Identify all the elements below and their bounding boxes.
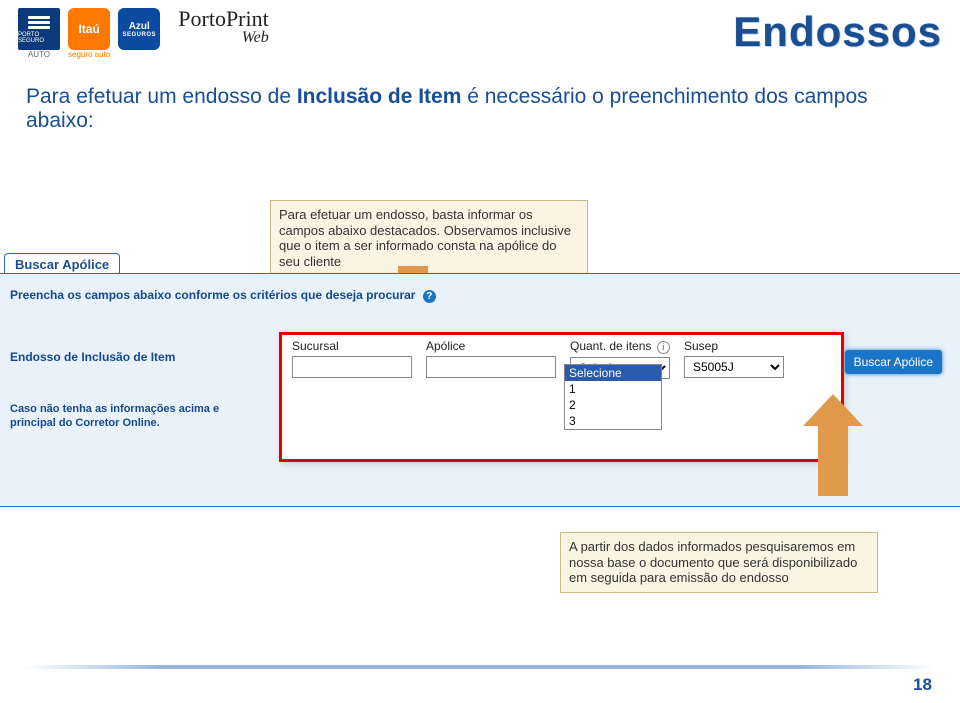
callout-bottom: A partir dos dados informados pesquisare… — [560, 532, 878, 593]
portoprint-web: Web — [242, 30, 269, 46]
portoprint-text: PortoPrint — [178, 8, 268, 30]
azul-logo: Azul SEGUROS — [118, 8, 160, 50]
itau-text: Itaú — [68, 8, 110, 50]
azul-sub: SEGUROS — [123, 32, 157, 38]
quant-label-text: Quant. de itens — [570, 339, 651, 353]
susep-label: Susep — [684, 339, 784, 353]
porto-seguro-text: PORTO SEGURO — [18, 32, 60, 44]
dropdown-opt-selecione[interactable]: Selecione — [565, 365, 661, 381]
header: PORTO SEGURO AUTO Itaú seguro auto Azul … — [0, 0, 960, 65]
panel-hint-2: principal do Corretor Online. — [10, 416, 219, 430]
page-number: 18 — [913, 675, 932, 695]
portoprint-logo: PortoPrint Web — [178, 8, 268, 46]
info-icon[interactable]: i — [657, 341, 670, 354]
arrow-up-icon — [818, 426, 848, 496]
panel-hint-1: Caso não tenha as informações acima e — [10, 402, 219, 416]
azul-text: Azul — [129, 21, 150, 32]
panel-instruction-text: Preencha os campos abaixo conforme os cr… — [10, 288, 415, 302]
sucursal-input[interactable] — [292, 356, 412, 378]
callout-top: Para efetuar um endosso, basta informar … — [270, 200, 588, 276]
itau-logo: Itaú seguro auto — [68, 8, 110, 59]
susep-select[interactable]: S5005J — [684, 356, 784, 378]
quant-label: Quant. de itens i — [570, 339, 670, 354]
apolice-label: Apólice — [426, 339, 556, 353]
search-panel: Preencha os campos abaixo conforme os cr… — [0, 273, 960, 507]
endosso-type-label: Endosso de Inclusão de Item — [10, 350, 175, 364]
panel-tab[interactable]: Buscar Apólice — [4, 253, 120, 274]
panel-hint: Caso não tenha as informações acima e pr… — [10, 402, 219, 431]
highlighted-fields: Sucursal Apólice Quant. de itens i Selec… — [279, 332, 844, 462]
quant-dropdown-list[interactable]: Selecione 1 2 3 — [564, 364, 662, 430]
instruction-text: Para efetuar um endosso de Inclusão de I… — [0, 65, 960, 139]
porto-seguro-sub: AUTO — [28, 50, 50, 59]
instr-part1: Para efetuar um endosso de — [26, 85, 297, 108]
apolice-input[interactable] — [426, 356, 556, 378]
itau-sub: seguro auto — [68, 50, 110, 59]
page-title: Endossos — [733, 8, 942, 56]
dropdown-opt-3[interactable]: 3 — [565, 413, 661, 429]
footer-divider — [24, 665, 936, 669]
help-icon[interactable]: ? — [423, 290, 436, 303]
porto-seguro-logo: PORTO SEGURO AUTO — [18, 8, 60, 59]
buscar-apolice-button[interactable]: Buscar Apólice — [845, 350, 942, 374]
logo-row: PORTO SEGURO AUTO Itaú seguro auto Azul … — [18, 8, 269, 59]
arrow-up-head-icon — [803, 394, 863, 426]
panel-instruction: Preencha os campos abaixo conforme os cr… — [0, 274, 960, 307]
instr-bold: Inclusão de Item — [297, 85, 462, 108]
dropdown-opt-2[interactable]: 2 — [565, 397, 661, 413]
sucursal-label: Sucursal — [292, 339, 412, 353]
dropdown-opt-1[interactable]: 1 — [565, 381, 661, 397]
